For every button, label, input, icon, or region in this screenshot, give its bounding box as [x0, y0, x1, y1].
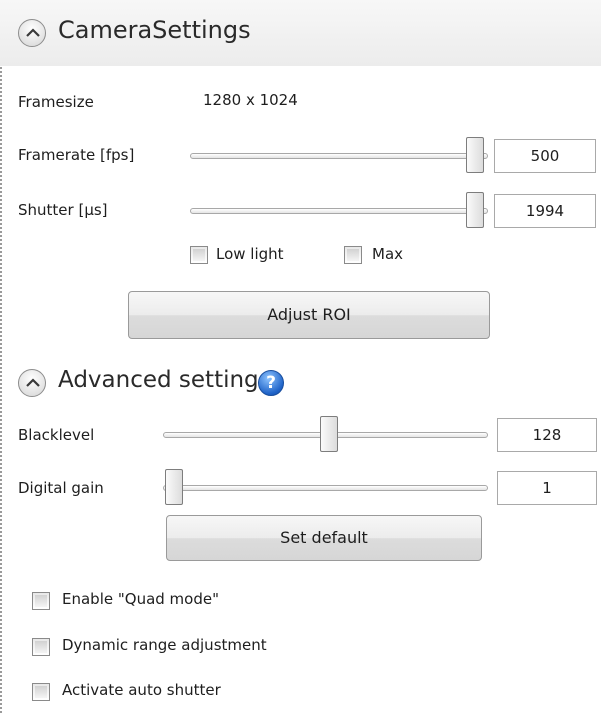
low-light-checkbox[interactable]	[190, 246, 208, 264]
set-default-button[interactable]: Set default	[166, 515, 482, 561]
framesize-label: Framesize	[18, 93, 94, 111]
collapse-advanced-settings-button[interactable]	[18, 369, 46, 397]
shutter-input[interactable]: 1994	[494, 194, 596, 228]
camera-settings-header[interactable]: CameraSettings	[0, 0, 601, 66]
panel-left-border	[0, 0, 5, 713]
help-icon[interactable]: ?	[258, 370, 284, 396]
advanced-settings-title: Advanced settings	[58, 367, 271, 393]
framerate-input[interactable]: 500	[494, 139, 596, 173]
chevron-up-icon	[26, 378, 40, 387]
dynamic-range-label: Dynamic range adjustment	[62, 636, 267, 654]
digital-gain-slider-track[interactable]	[163, 485, 488, 491]
blacklevel-label: Blacklevel	[18, 426, 95, 444]
framerate-label: Framerate [fps]	[18, 146, 135, 164]
auto-shutter-label: Activate auto shutter	[62, 681, 221, 699]
collapse-camera-settings-button[interactable]	[18, 19, 46, 47]
framesize-value: 1280 x 1024	[203, 91, 298, 109]
digital-gain-slider-thumb[interactable]	[165, 469, 183, 505]
camera-settings-title: CameraSettings	[58, 16, 251, 44]
max-checkbox[interactable]	[344, 246, 362, 264]
framerate-slider-track[interactable]	[190, 153, 488, 159]
low-light-label: Low light	[216, 245, 284, 263]
digital-gain-label: Digital gain	[18, 479, 104, 497]
dynamic-range-checkbox[interactable]	[32, 638, 50, 656]
max-label: Max	[372, 245, 404, 263]
quad-mode-label: Enable "Quad mode"	[62, 590, 219, 608]
chevron-up-icon	[26, 28, 40, 37]
blacklevel-input[interactable]: 128	[497, 418, 597, 452]
digital-gain-input[interactable]: 1	[497, 471, 597, 505]
framerate-slider-thumb[interactable]	[466, 137, 484, 173]
quad-mode-checkbox[interactable]	[32, 592, 50, 610]
adjust-roi-button[interactable]: Adjust ROI	[128, 291, 490, 339]
shutter-slider-thumb[interactable]	[466, 192, 484, 228]
shutter-slider-track[interactable]	[190, 208, 488, 214]
auto-shutter-checkbox[interactable]	[32, 683, 50, 701]
shutter-label: Shutter [µs]	[18, 201, 108, 219]
blacklevel-slider-thumb[interactable]	[320, 416, 338, 452]
